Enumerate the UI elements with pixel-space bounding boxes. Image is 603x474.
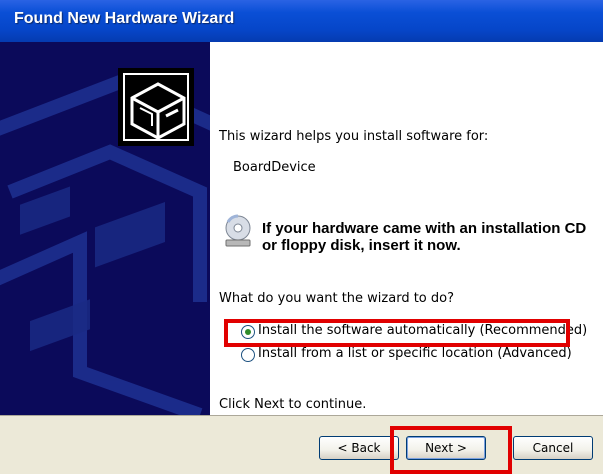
cd-icon: [224, 214, 252, 248]
question-text: What do you want the wizard to do?: [219, 291, 455, 306]
option-install-automatically-label[interactable]: Install the software automatically (Reco…: [258, 323, 587, 338]
hardware-install-icon: [118, 68, 194, 146]
radio-install-from-list[interactable]: [241, 348, 255, 362]
intro-text: This wizard helps you install software f…: [219, 129, 489, 144]
title-bar[interactable]: Found New Hardware Wizard: [0, 0, 603, 42]
wizard-content: This wizard helps you install software f…: [210, 42, 603, 415]
radio-install-automatically[interactable]: [241, 325, 255, 339]
window-title: Found New Hardware Wizard: [14, 10, 235, 27]
cancel-button[interactable]: Cancel: [513, 436, 593, 460]
back-button[interactable]: < Back: [319, 436, 399, 460]
next-button[interactable]: Next >: [406, 436, 486, 460]
wizard-window: Found New Hardware Wizard This wizard he…: [0, 0, 603, 474]
button-bar: < Back Next > Cancel: [0, 415, 603, 474]
device-name: BoardDevice: [233, 160, 316, 175]
cd-notice: If your hardware came with an installati…: [262, 220, 587, 254]
footer-text: Click Next to continue.: [219, 397, 367, 412]
option-install-from-list-label[interactable]: Install from a list or specific location…: [258, 346, 572, 361]
wizard-banner: [0, 42, 210, 415]
